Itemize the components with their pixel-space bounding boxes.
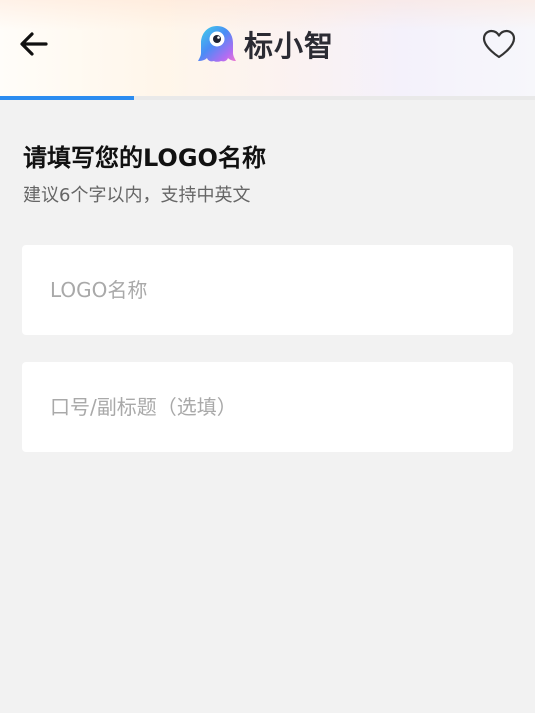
logo-name-input[interactable] bbox=[22, 245, 513, 335]
slogan-input[interactable] bbox=[22, 362, 513, 452]
step-progress-fill bbox=[0, 96, 134, 100]
logo-name-field[interactable] bbox=[22, 245, 513, 335]
page-title: 请填写您的LOGO名称 bbox=[23, 144, 266, 172]
ghost-mascot-logo bbox=[198, 26, 236, 62]
top-app-bar: 标小智 bbox=[0, 0, 535, 97]
heart-outline-icon bbox=[482, 29, 516, 59]
favorite-button[interactable] bbox=[477, 22, 521, 66]
slogan-field[interactable] bbox=[22, 362, 513, 452]
back-button[interactable] bbox=[14, 24, 54, 64]
brand: 标小智 bbox=[196, 20, 334, 68]
step-progress-bar bbox=[0, 96, 535, 100]
arrow-left-icon bbox=[20, 32, 48, 56]
brand-name: 标小智 bbox=[244, 29, 335, 63]
page-subtitle: 建议6个字以内，支持中英文 bbox=[23, 185, 251, 206]
